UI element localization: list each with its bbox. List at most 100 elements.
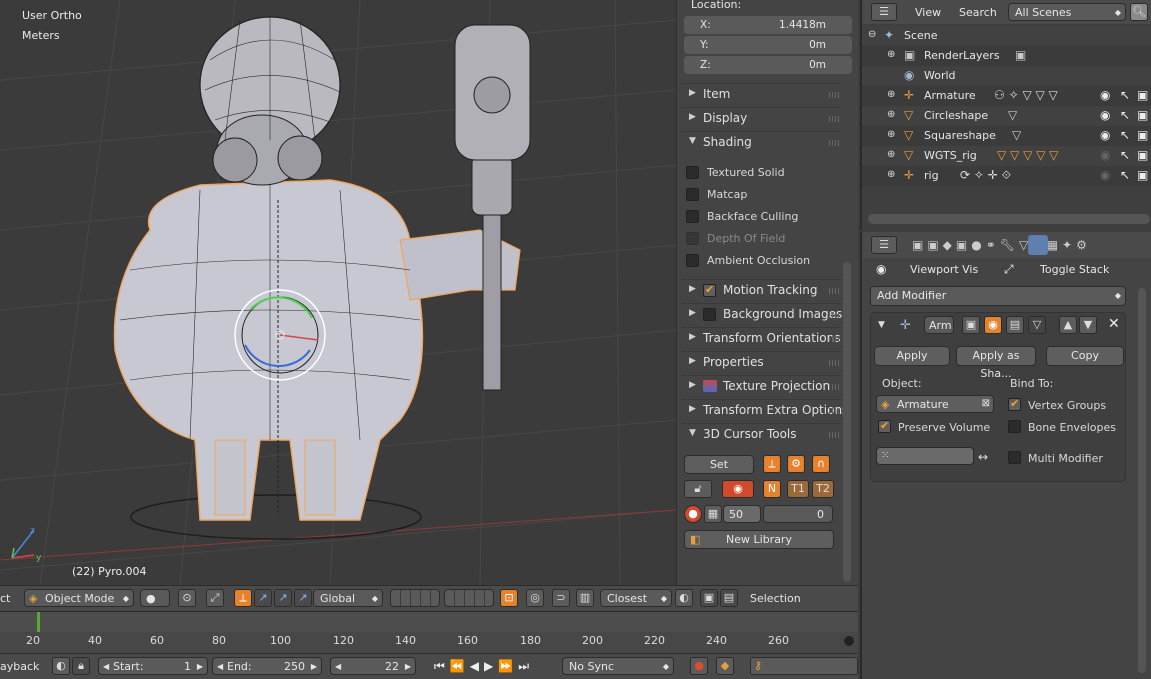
grip-icon[interactable] xyxy=(829,360,839,366)
apply-button[interactable]: Apply xyxy=(874,346,950,366)
multi-modifier-checkbox[interactable] xyxy=(1008,451,1021,464)
snap-align-icon[interactable]: ◐ xyxy=(675,589,693,607)
panel-shading[interactable]: ▼ Shading xyxy=(681,131,843,153)
remove-modifier-icon[interactable]: ✕ xyxy=(1108,316,1120,332)
panel-item[interactable]: ▶ Item xyxy=(681,83,843,105)
end-frame-field[interactable]: ◀ End: 250 ▶ xyxy=(212,657,322,675)
editor-type-icon[interactable]: ☰ xyxy=(871,236,897,254)
matcap-checkbox[interactable] xyxy=(686,188,699,201)
cursor-t1-button[interactable]: T1 xyxy=(787,480,809,498)
jump-end-icon[interactable]: ⏭ xyxy=(518,659,534,673)
left-arrow-icon[interactable]: ◀ xyxy=(103,662,109,671)
record-keyframes-icon[interactable]: ● xyxy=(690,657,708,675)
expand-icon[interactable]: ⊕ xyxy=(887,49,895,60)
outliner-row-world[interactable]: ◉ World xyxy=(862,66,1151,86)
collapse-icon[interactable]: ⊖ xyxy=(868,29,876,40)
background-images-checkbox[interactable] xyxy=(703,308,716,321)
timeline[interactable]: 20 40 60 80 100 120 140 160 180 200 220 … xyxy=(0,611,858,653)
cursor-icon[interactable]: ↖ xyxy=(1120,168,1130,182)
expanded-triangle-icon[interactable]: ▼ xyxy=(878,320,885,330)
eye-icon[interactable]: ◉ xyxy=(876,262,886,276)
left-arrow-icon[interactable]: ◀ xyxy=(335,662,341,671)
timeline-track[interactable] xyxy=(0,612,858,632)
viewport-vis-button[interactable]: Viewport Vis xyxy=(910,263,978,276)
properties-editor[interactable]: ☰ ▣▣◆▣●⚭🔧︎▽●▦✦⚙ ◉ Viewport Vis ⤢ Toggle … xyxy=(860,232,1151,679)
textured-solid-checkbox[interactable] xyxy=(686,166,699,179)
camera-icon[interactable]: ▣ xyxy=(1137,168,1148,182)
panel-transform-extra-options[interactable]: ▶ Transform Extra Options xyxy=(681,399,848,421)
eye-icon[interactable]: ◉ xyxy=(1100,88,1110,102)
right-arrow-icon[interactable]: ▶ xyxy=(197,662,203,671)
shading-dropdown[interactable]: ● xyxy=(140,589,170,607)
clapperboard-icon[interactable]: ▤ xyxy=(720,589,738,607)
camera-icon[interactable]: ▣ xyxy=(1137,148,1148,162)
cursor-icon[interactable]: ↖ xyxy=(1120,108,1130,122)
cursor-n-button[interactable]: N xyxy=(763,480,781,498)
properties-scrollbar[interactable] xyxy=(1138,288,1146,673)
grip-icon[interactable] xyxy=(829,140,839,146)
render-toggle-icon[interactable]: ▣ xyxy=(962,316,980,334)
copy-button[interactable]: Copy xyxy=(1046,346,1124,366)
right-arrow-icon[interactable]: ▶ xyxy=(311,662,317,671)
sync-dropdown[interactable]: No Sync ◆ xyxy=(562,657,674,675)
proportional-edit-icon[interactable]: ◎ xyxy=(526,589,544,607)
start-frame-field[interactable]: ◀ Start: 1 ▶ xyxy=(98,657,208,675)
pivot-icon[interactable]: ⊙ xyxy=(178,589,196,607)
outliner-row-circleshape[interactable]: ⊕ ▽ Circleshape ▽ ◉ ↖ ▣ xyxy=(862,106,1151,126)
lock-layers-icon[interactable]: ⊡ xyxy=(500,589,518,607)
layers-grid-2[interactable] xyxy=(444,589,494,607)
timeline-scroll-handle[interactable] xyxy=(844,636,854,646)
expand-icon[interactable]: ⊕ xyxy=(887,129,895,140)
outliner-row-renderlayers[interactable]: ⊕ ▣ RenderLayers ▣ xyxy=(862,46,1151,66)
backface-culling-checkbox[interactable] xyxy=(686,210,699,223)
modifier-tab-icon[interactable] xyxy=(1028,235,1048,255)
expand-icon[interactable]: ⊕ xyxy=(887,89,895,100)
lock-icon[interactable]: 🔒︎ xyxy=(72,657,90,675)
render-icon[interactable]: ▣ xyxy=(700,589,718,607)
eye-icon[interactable]: ◉ xyxy=(1100,128,1110,142)
grip-icon[interactable] xyxy=(829,384,839,390)
eye-hidden-icon[interactable]: ◉ xyxy=(1100,168,1110,182)
calendar-icon[interactable]: ▦ xyxy=(704,505,722,523)
ambient-occlusion-checkbox[interactable] xyxy=(686,254,699,267)
vertex-groups-checkbox[interactable] xyxy=(1008,397,1021,411)
expand-icon[interactable]: ⊕ xyxy=(887,169,895,180)
expand-icon[interactable]: ⊕ xyxy=(887,149,895,160)
move-up-icon[interactable]: ▲ xyxy=(1059,316,1077,334)
panel-motion-tracking[interactable]: ▶ Motion Tracking xyxy=(681,279,843,301)
jump-start-icon[interactable]: ⏮ xyxy=(434,659,450,673)
keying-set-field[interactable]: ⚷ xyxy=(750,657,858,675)
panel-background-images[interactable]: ▶ Background Images xyxy=(681,303,843,325)
grip-icon[interactable] xyxy=(829,288,839,294)
keyframe-icon[interactable]: ◆ xyxy=(716,657,734,675)
editmode-toggle-icon[interactable]: ▤ xyxy=(1006,316,1024,334)
play-reverse-icon[interactable]: ◀ xyxy=(470,659,484,673)
grip-icon[interactable] xyxy=(829,312,839,318)
invert-arrow-icon[interactable]: ↔ xyxy=(978,450,988,464)
preserve-volume-checkbox[interactable] xyxy=(878,419,891,433)
manipulator-extra-icon[interactable]: ↗ xyxy=(294,589,312,607)
record-icon[interactable]: ● xyxy=(684,505,702,523)
jump-key-forward-icon[interactable]: ⏩ xyxy=(498,659,518,673)
cursor-number-field-2[interactable]: 0 xyxy=(763,505,833,523)
cursor-icon[interactable]: ↖ xyxy=(1120,148,1130,162)
bone-envelopes-checkbox[interactable] xyxy=(1008,420,1021,433)
apply-as-shape-button[interactable]: Apply as Sha... xyxy=(956,346,1036,380)
vertex-group-field[interactable]: ⁙ xyxy=(876,447,974,465)
eye-hidden-icon[interactable]: ◉ xyxy=(1100,148,1110,162)
left-arrow-icon[interactable]: ◀ xyxy=(217,662,223,671)
outliner-row-scene[interactable]: ⊖ ✦ Scene xyxy=(862,26,1151,46)
view-menu[interactable]: View xyxy=(915,6,941,19)
scale-manipulator-icon[interactable]: ↗ xyxy=(274,589,292,607)
modifier-name-field[interactable]: Arm xyxy=(924,316,954,334)
cage-toggle-icon[interactable]: ▽ xyxy=(1028,316,1046,334)
outliner-row-squareshape[interactable]: ⊕ ▽ Squareshape ▽ ◉ ↖ ▣ xyxy=(862,126,1151,146)
menu-stub[interactable]: ct xyxy=(0,592,10,605)
location-z-field[interactable]: Z: 0m xyxy=(684,56,852,74)
3d-viewport[interactable]: z y User Ortho Meters (22) Pyro.004 xyxy=(0,0,676,585)
cursor-number-field[interactable]: 50 xyxy=(723,505,761,523)
panel-3d-cursor-tools[interactable]: ▼ 3D Cursor Tools xyxy=(681,423,843,445)
rotate-manipulator-icon[interactable]: ↗ xyxy=(254,589,272,607)
search-menu[interactable]: Search xyxy=(959,6,997,19)
camera-icon[interactable]: ▣ xyxy=(1137,108,1148,122)
